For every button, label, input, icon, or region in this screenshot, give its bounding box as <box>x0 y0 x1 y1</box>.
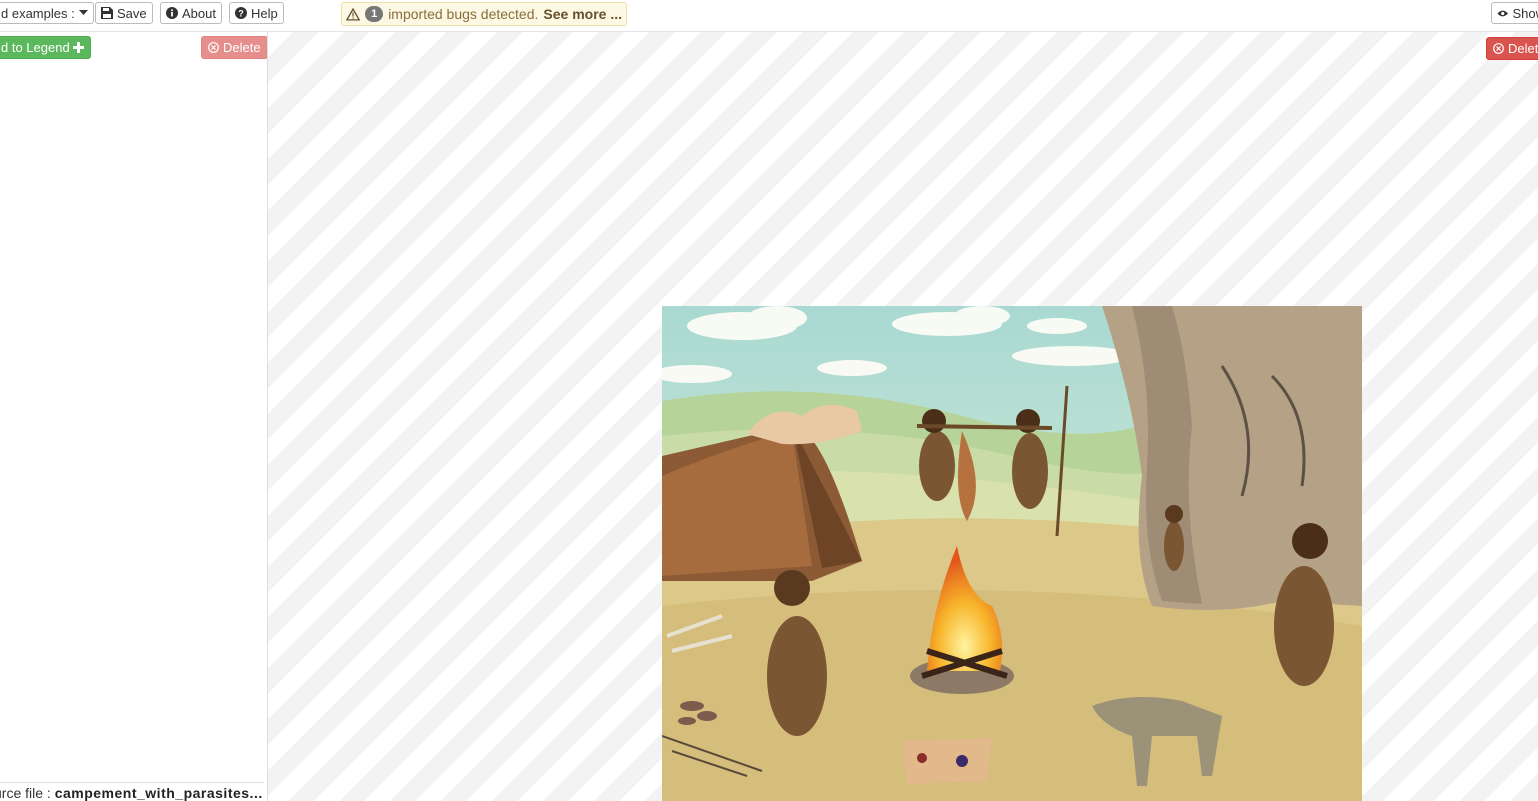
top-toolbar: d examples : Save About ? Help 1 importe… <box>0 0 1538 32</box>
plus-icon <box>72 42 84 53</box>
times-circle-icon <box>208 42 219 53</box>
show-label: Show <box>1512 5 1538 21</box>
help-label: Help <box>251 5 278 21</box>
save-icon <box>101 7 113 19</box>
drawing-canvas[interactable]: Delete <box>268 32 1538 801</box>
about-button[interactable]: About <box>160 2 222 24</box>
legend-sidebar: d to Legend Delete urce file : campement… <box>0 32 268 801</box>
imported-bugs-alert: 1 imported bugs detected. See more ... <box>341 2 627 26</box>
save-button[interactable]: Save <box>95 2 153 24</box>
show-button[interactable]: Show <box>1491 2 1538 24</box>
help-button[interactable]: ? Help <box>229 2 284 24</box>
bug-count-badge: 1 <box>365 6 384 22</box>
svg-text:?: ? <box>238 9 244 19</box>
see-more-link[interactable]: See more ... <box>543 6 622 22</box>
add-to-legend-button[interactable]: d to Legend <box>0 36 91 59</box>
caret-down-icon <box>78 10 88 15</box>
info-circle-icon <box>166 7 178 19</box>
source-file-label: urce file : <box>0 785 51 801</box>
prehistoric-camp-illustration[interactable] <box>662 306 1362 801</box>
add-to-legend-label: d to Legend <box>1 40 70 55</box>
sidebar-delete-button[interactable]: Delete <box>201 36 267 59</box>
source-file-name: campement_with_parasites... <box>54 785 263 801</box>
canvas-delete-button[interactable]: Delete <box>1486 37 1538 60</box>
alert-message: imported bugs detected. <box>388 6 539 22</box>
source-file-info: urce file : campement_with_parasites... <box>0 782 264 801</box>
examples-dropdown[interactable]: d examples : <box>0 2 94 24</box>
sidebar-delete-label: Delete <box>223 40 261 55</box>
warning-triangle-icon <box>346 7 361 21</box>
times-circle-icon <box>1493 43 1504 54</box>
save-label: Save <box>117 5 147 21</box>
about-label: About <box>182 5 216 21</box>
eye-icon <box>1497 10 1509 16</box>
canvas-delete-label: Delete <box>1508 41 1538 56</box>
camp-scene-image <box>662 306 1362 801</box>
examples-label: d examples : <box>1 5 75 21</box>
question-circle-icon: ? <box>235 7 247 19</box>
